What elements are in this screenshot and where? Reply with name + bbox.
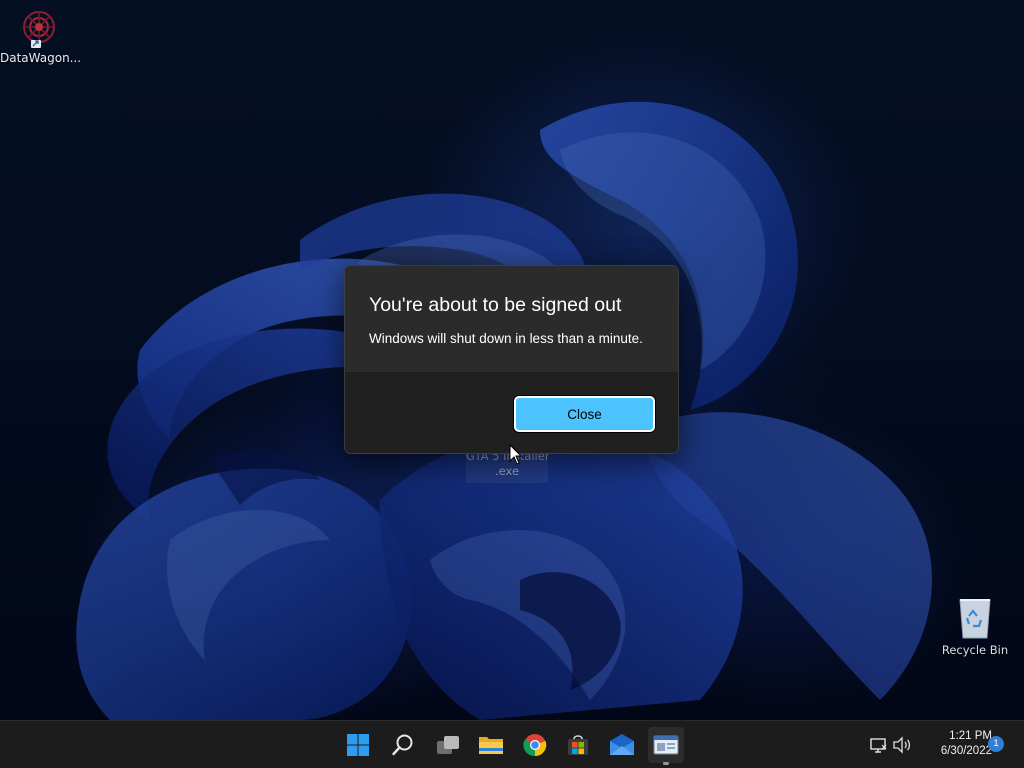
- search-icon: [392, 734, 413, 756]
- mail-button[interactable]: [604, 727, 640, 763]
- start-button[interactable]: [340, 727, 376, 763]
- sign-out-dialog: You're about to be signed out Windows wi…: [344, 265, 679, 454]
- store-button[interactable]: [560, 727, 596, 763]
- clock-time: 1:21 PM: [949, 730, 992, 742]
- desktop-icon-label-ext: .exe: [494, 464, 520, 478]
- task-view-icon: [437, 736, 459, 754]
- windows-start-icon: [347, 734, 369, 756]
- desktop: DataWagon... GTA 5 Installer .exe Recycl…: [0, 0, 1024, 720]
- chrome-button[interactable]: [517, 727, 553, 763]
- desktop-icon-recycle-bin[interactable]: Recycle Bin: [940, 596, 1010, 657]
- dialog-message: Windows will shut down in less than a mi…: [369, 331, 643, 346]
- mail-icon: [610, 734, 634, 755]
- system-clock[interactable]: 1:21 PM 6/30/2022: [914, 729, 992, 759]
- datawagon-icon: [23, 11, 55, 48]
- search-button[interactable]: [385, 727, 421, 763]
- app-window-button[interactable]: [648, 727, 684, 763]
- dialog-title: You're about to be signed out: [369, 294, 622, 316]
- desktop-icon-label: DataWagon...: [0, 51, 82, 65]
- mouse-cursor-icon: [509, 444, 523, 465]
- app-window-icon: [653, 735, 679, 755]
- chrome-icon: [523, 734, 547, 757]
- desktop-icon-label: Recycle Bin: [941, 643, 1009, 657]
- task-view-button[interactable]: [430, 727, 466, 763]
- close-button[interactable]: Close: [514, 396, 655, 432]
- notification-badge[interactable]: 1: [988, 736, 1004, 752]
- taskbar: 1:21 PM 6/30/2022: [0, 720, 1024, 768]
- running-indicator: [663, 762, 669, 765]
- clock-date: 6/30/2022: [940, 745, 992, 757]
- volume-icon[interactable]: [892, 735, 912, 755]
- desktop-icon-datawagon[interactable]: DataWagon...: [0, 6, 82, 65]
- store-icon: [568, 735, 588, 755]
- network-icon[interactable]: [868, 735, 888, 755]
- dialog-body: You're about to be signed out Windows wi…: [345, 266, 678, 372]
- file-explorer-button[interactable]: [473, 727, 509, 763]
- recycle-bin-icon: [959, 599, 991, 639]
- dialog-footer: Close: [345, 372, 678, 453]
- file-explorer-icon: [479, 737, 503, 754]
